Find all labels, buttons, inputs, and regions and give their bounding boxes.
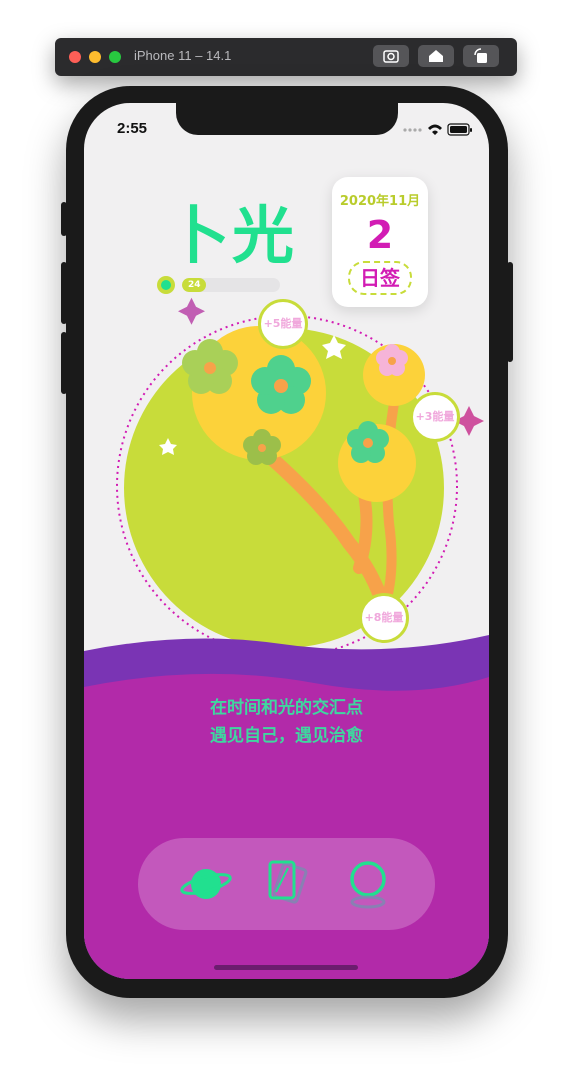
notch bbox=[176, 103, 398, 135]
status-icons bbox=[403, 123, 472, 136]
energy-bubble-3[interactable]: +3能量 bbox=[410, 392, 460, 442]
tab-bar bbox=[138, 838, 435, 930]
tab-mirror[interactable] bbox=[338, 854, 398, 914]
energy-bubble-5[interactable]: +5能量 bbox=[258, 299, 308, 349]
rotate-icon bbox=[474, 48, 487, 63]
signal-icon bbox=[403, 128, 422, 132]
volume-down-button bbox=[61, 332, 67, 394]
simulator-toolbar: iPhone 11 – 14.1 bbox=[55, 38, 517, 76]
tagline-line-2: 遇见自己，遇见治愈 bbox=[210, 726, 363, 746]
zoom-window-button[interactable] bbox=[109, 51, 121, 63]
screenshot-icon bbox=[383, 50, 399, 63]
planet-icon bbox=[180, 869, 232, 899]
daily-sign-card[interactable]: 2020年11月 2 日签 bbox=[332, 177, 428, 307]
energy-progress-bar: 24 bbox=[182, 278, 280, 292]
mute-switch bbox=[61, 202, 67, 236]
rotate-button[interactable] bbox=[463, 45, 499, 67]
wave-front bbox=[84, 673, 489, 979]
tab-cards[interactable] bbox=[256, 854, 316, 914]
energy-icon bbox=[157, 276, 175, 294]
tab-planet[interactable] bbox=[176, 854, 236, 914]
status-time: 2:55 bbox=[117, 120, 148, 137]
screenshot-button[interactable] bbox=[373, 45, 409, 67]
date-day: 2 bbox=[366, 213, 394, 257]
date-year-month: 2020年11月 bbox=[339, 194, 421, 209]
volume-up-button bbox=[61, 262, 67, 324]
home-indicator bbox=[214, 965, 358, 970]
app-title: 卜光 bbox=[168, 199, 297, 272]
close-window-button[interactable] bbox=[69, 51, 81, 63]
energy-value: 24 bbox=[188, 280, 201, 290]
wifi-icon bbox=[428, 124, 442, 135]
tagline-line-1: 在时间和光的交汇点 bbox=[210, 698, 363, 718]
home-button[interactable] bbox=[418, 45, 454, 67]
app-screen: 2:55 卜光 24 2020年11月 2 日签 +5能量 +3能量 +8能量 … bbox=[84, 103, 489, 979]
power-button bbox=[507, 262, 513, 362]
energy-bubble-8[interactable]: +8能量 bbox=[359, 593, 409, 643]
mirror-icon bbox=[350, 861, 386, 909]
minimize-window-button[interactable] bbox=[89, 51, 101, 63]
cards-icon bbox=[268, 860, 308, 904]
home-icon bbox=[429, 50, 443, 62]
daily-sign-label: 日签 bbox=[348, 261, 412, 295]
simulator-title: iPhone 11 – 14.1 bbox=[134, 48, 232, 63]
